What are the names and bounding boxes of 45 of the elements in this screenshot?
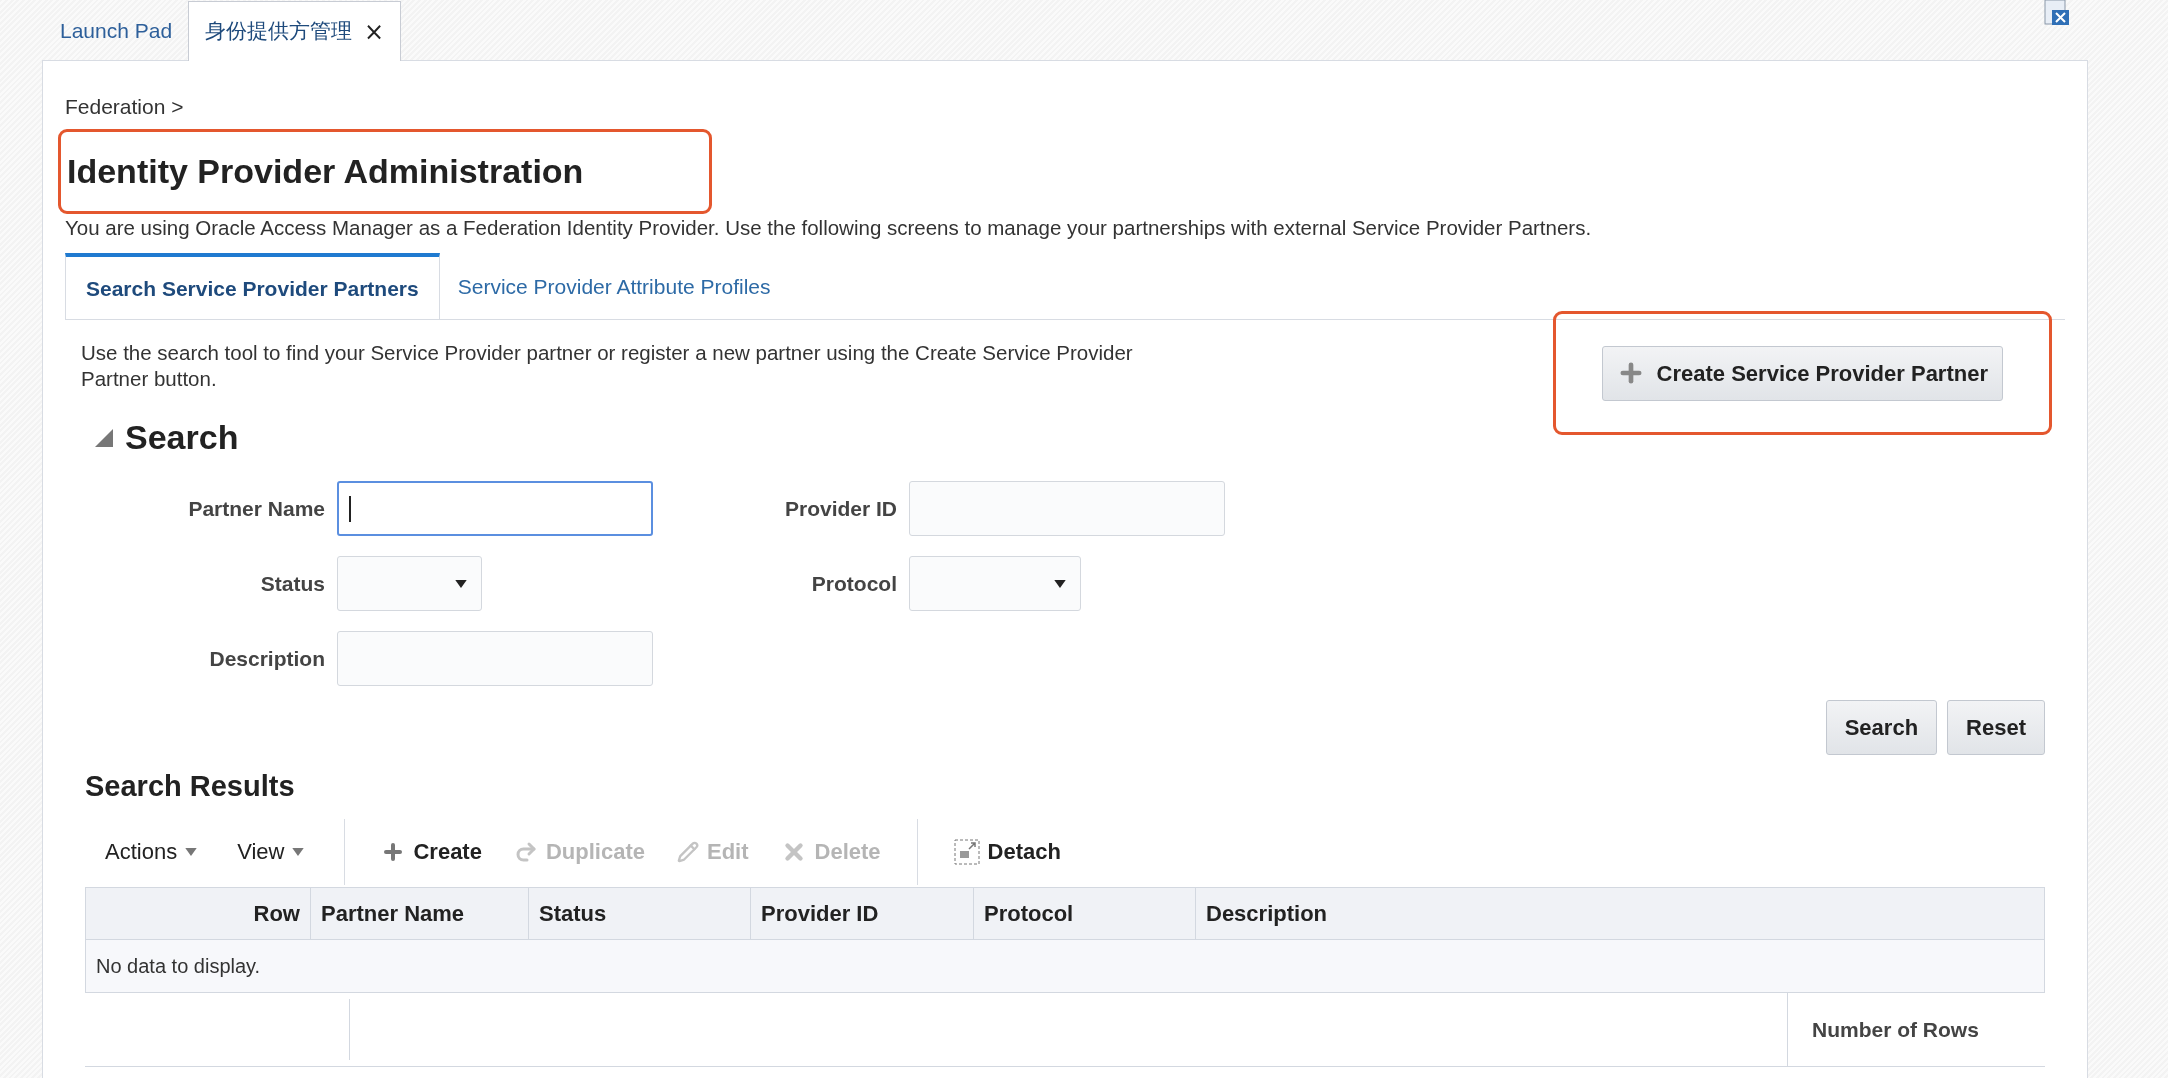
create-partner-button[interactable]: Create Service Provider Partner (1601, 345, 2003, 401)
toolbar-button[interactable]: Detach (937, 835, 1077, 869)
caret-icon (455, 579, 467, 588)
tab[interactable]: Launch Pad (44, 2, 189, 60)
field-label: Protocol (810, 571, 897, 597)
dropdown[interactable] (909, 556, 1081, 612)
form-button[interactable]: Reset (1947, 700, 2045, 756)
caret-icon (292, 847, 305, 856)
instructions: Use the search tool to find your Service Provider partner or register a new partner using the Create Service Provider Partner button. (81, 340, 1134, 393)
text-field[interactable] (337, 481, 653, 537)
detach-icon (953, 838, 980, 865)
text-cursor (349, 495, 351, 522)
page-title: Identity Provider Administration (67, 151, 584, 192)
subtab[interactable]: Search Service Provider Partners (65, 253, 440, 320)
caret-icon (185, 847, 198, 856)
close-window-icon[interactable] (2042, 0, 2072, 26)
field-label: Provider ID (783, 496, 897, 522)
column-header[interactable]: Provider ID (751, 887, 974, 939)
footer-label: Number of Rows (1812, 1016, 1979, 1043)
subtab[interactable]: Service Provider Attribute Profiles (439, 253, 789, 320)
breadcrumb[interactable]: Federation > (65, 91, 2065, 123)
empty-message: No data to display. (96, 953, 261, 979)
search-heading: Search (125, 417, 239, 459)
collapse-icon[interactable] (95, 428, 113, 447)
results-heading: Search Results (85, 769, 296, 805)
toolbar-button[interactable]: View (217, 835, 325, 869)
field-label: Status (259, 571, 325, 597)
form-button[interactable]: Search (1825, 700, 1938, 756)
field-label: Description (208, 646, 325, 672)
toolbar-button[interactable]: Actions (85, 835, 218, 869)
close-tab-button[interactable]: × (364, 13, 385, 50)
pencil-icon (676, 840, 699, 863)
tab-label: Launch Pad (60, 18, 173, 45)
page-description: You are using Oracle Access Manager as a Federation Identity Provider. Use the following screens to manage your partnerships with external Service Provider Partners. (65, 214, 1593, 241)
column-header[interactable]: Protocol (974, 887, 1196, 939)
column-header[interactable]: Status (529, 887, 751, 939)
caret-icon (1054, 579, 1066, 588)
column-header[interactable]: Partner Name (311, 887, 529, 939)
tab-label: 身份提供方管理 (205, 17, 353, 45)
column-header[interactable]: Row (86, 887, 311, 939)
toolbar-button[interactable]: Create (365, 835, 498, 869)
field-label: Partner Name (187, 496, 325, 522)
dropdown[interactable] (337, 556, 482, 612)
tab[interactable]: 身份提供方管理 × (188, 1, 402, 61)
column-header[interactable]: Description (1196, 887, 2044, 939)
